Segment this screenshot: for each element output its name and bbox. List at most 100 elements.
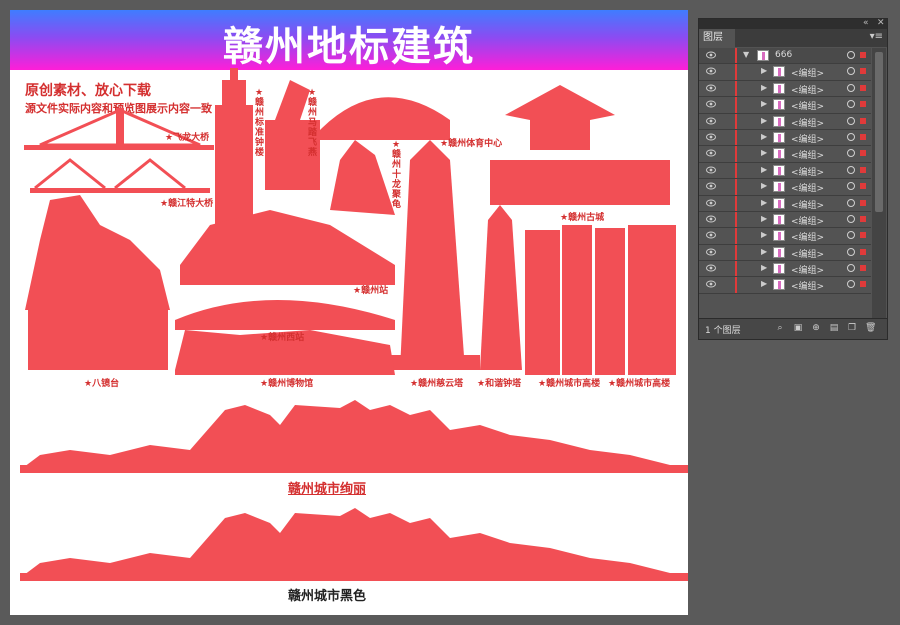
- tab-layers[interactable]: 图层: [699, 29, 735, 47]
- eye-icon[interactable]: [706, 264, 716, 272]
- selection-indicator[interactable]: [860, 101, 866, 108]
- layer-row[interactable]: ▶ <编组>: [699, 97, 871, 114]
- layer-row[interactable]: ▶ <编组>: [699, 113, 871, 130]
- new-sublayer-icon[interactable]: ⊕: [811, 323, 821, 333]
- selection-indicator[interactable]: [860, 265, 866, 272]
- layer-row[interactable]: ▶ <编组>: [699, 80, 871, 98]
- expand-icon[interactable]: ▶: [761, 279, 767, 288]
- trash-icon[interactable]: 🗑: [865, 323, 876, 333]
- panel-titlebar[interactable]: « ✕: [699, 18, 887, 29]
- selection-indicator[interactable]: [860, 215, 866, 222]
- target-icon[interactable]: [847, 132, 855, 141]
- panel-menu-icon[interactable]: ▾≡: [870, 31, 883, 42]
- selection-indicator[interactable]: [860, 183, 866, 190]
- layer-name[interactable]: <编组>: [791, 230, 824, 243]
- expand-icon[interactable]: ▶: [761, 198, 767, 207]
- layer-name[interactable]: <编组>: [791, 198, 824, 211]
- target-icon[interactable]: [847, 264, 855, 273]
- selection-indicator[interactable]: [860, 117, 866, 124]
- selection-indicator[interactable]: [860, 52, 866, 58]
- eye-icon[interactable]: [706, 280, 716, 288]
- target-icon[interactable]: [847, 198, 855, 207]
- eye-icon[interactable]: [706, 248, 716, 256]
- layer-name[interactable]: <编组>: [791, 263, 824, 276]
- selection-indicator[interactable]: [860, 84, 866, 91]
- layer-name[interactable]: <编组>: [791, 181, 824, 194]
- layer-name[interactable]: <编组>: [791, 214, 824, 227]
- expand-icon[interactable]: ▶: [761, 247, 767, 256]
- eye-icon[interactable]: [706, 51, 716, 59]
- expand-icon[interactable]: ▶: [761, 66, 767, 75]
- layer-row[interactable]: ▶ <编组>: [699, 195, 871, 212]
- expand-icon[interactable]: ▶: [761, 132, 767, 141]
- selection-indicator[interactable]: [860, 232, 866, 239]
- artboard[interactable]: 赣州地标建筑 原创素材、放心下载 源文件实际内容和预览图展示内容一致: [10, 10, 688, 615]
- expand-icon[interactable]: ▶: [761, 148, 767, 157]
- layer-scrollbar[interactable]: [872, 48, 886, 318]
- layer-name[interactable]: 666: [775, 50, 792, 60]
- expand-icon[interactable]: ▶: [761, 83, 767, 92]
- expand-icon[interactable]: ▶: [761, 263, 767, 272]
- layer-name[interactable]: <编组>: [791, 148, 824, 161]
- clipping-mask-icon[interactable]: ▣: [793, 323, 803, 333]
- target-icon[interactable]: [847, 100, 855, 109]
- layer-name[interactable]: <编组>: [791, 247, 824, 260]
- expand-icon[interactable]: ▶: [761, 116, 767, 125]
- target-icon[interactable]: [847, 116, 855, 125]
- selection-indicator[interactable]: [860, 199, 866, 206]
- target-icon[interactable]: [847, 51, 855, 59]
- target-icon[interactable]: [847, 165, 855, 174]
- eye-icon[interactable]: [706, 199, 716, 207]
- eye-icon[interactable]: [706, 117, 716, 125]
- expand-icon[interactable]: ▶: [761, 230, 767, 239]
- target-icon[interactable]: [847, 214, 855, 223]
- expand-icon[interactable]: ▼: [743, 50, 749, 59]
- collapse-icon[interactable]: «: [863, 18, 869, 28]
- layer-row[interactable]: ▶ <编组>: [699, 146, 871, 163]
- target-icon[interactable]: [847, 231, 855, 240]
- expand-icon[interactable]: ▶: [761, 99, 767, 108]
- layer-row[interactable]: ▶ <编组>: [699, 179, 871, 196]
- target-icon[interactable]: [847, 280, 855, 289]
- layer-list[interactable]: ▼ 666 ▶ <编组> ▶ <编组> ▶ <编组> ▶ <编组> ▶ <编组> ▶ <编组> ▶ <编组…: [699, 48, 871, 294]
- eye-icon[interactable]: [706, 149, 716, 157]
- expand-icon[interactable]: ▶: [761, 165, 767, 174]
- scrollbar-thumb[interactable]: [875, 52, 883, 212]
- selection-indicator[interactable]: [860, 281, 866, 288]
- new-layer-icon[interactable]: ▤: [829, 323, 839, 333]
- target-icon[interactable]: [847, 149, 855, 158]
- layer-row[interactable]: ▶ <编组>: [699, 129, 871, 147]
- landmark-artwork[interactable]: [10, 10, 688, 615]
- layer-row[interactable]: ▶ <编组>: [699, 162, 871, 180]
- selection-indicator[interactable]: [860, 150, 866, 157]
- eye-icon[interactable]: [706, 67, 716, 75]
- selection-indicator[interactable]: [860, 248, 866, 255]
- selection-indicator[interactable]: [860, 166, 866, 173]
- expand-icon[interactable]: ▶: [761, 181, 767, 190]
- layer-name[interactable]: <编组>: [791, 279, 824, 292]
- layer-name[interactable]: <编组>: [791, 99, 824, 112]
- target-icon[interactable]: [847, 182, 855, 191]
- layer-name[interactable]: <编组>: [791, 66, 824, 79]
- new-layer-page-icon[interactable]: ❐: [847, 323, 857, 333]
- layer-name[interactable]: <编组>: [791, 83, 824, 96]
- layer-name[interactable]: <编组>: [791, 132, 824, 145]
- eye-icon[interactable]: [706, 231, 716, 239]
- target-icon[interactable]: [847, 247, 855, 256]
- layer-name[interactable]: <编组>: [791, 165, 824, 178]
- layer-row[interactable]: ▶ <编组>: [699, 277, 871, 294]
- selection-indicator[interactable]: [860, 68, 866, 75]
- eye-icon[interactable]: [706, 133, 716, 141]
- target-icon[interactable]: [847, 67, 855, 76]
- layer-row-parent[interactable]: ▼ 666: [699, 48, 871, 65]
- layer-row[interactable]: ▶ <编组>: [699, 261, 871, 278]
- expand-icon[interactable]: ▶: [761, 214, 767, 223]
- eye-icon[interactable]: [706, 166, 716, 174]
- layer-row[interactable]: ▶ <编组>: [699, 228, 871, 245]
- layers-panel[interactable]: « ✕ 图层 ▾≡ ▼ 666 ▶ <编组> ▶ <编组> ▶ <编组> ▶ <编组> ▶ <编组…: [698, 18, 888, 340]
- layer-name[interactable]: <编组>: [791, 116, 824, 129]
- eye-icon[interactable]: [706, 182, 716, 190]
- close-icon[interactable]: ✕: [877, 18, 885, 28]
- layer-row[interactable]: ▶ <编组>: [699, 64, 871, 81]
- eye-icon[interactable]: [706, 215, 716, 223]
